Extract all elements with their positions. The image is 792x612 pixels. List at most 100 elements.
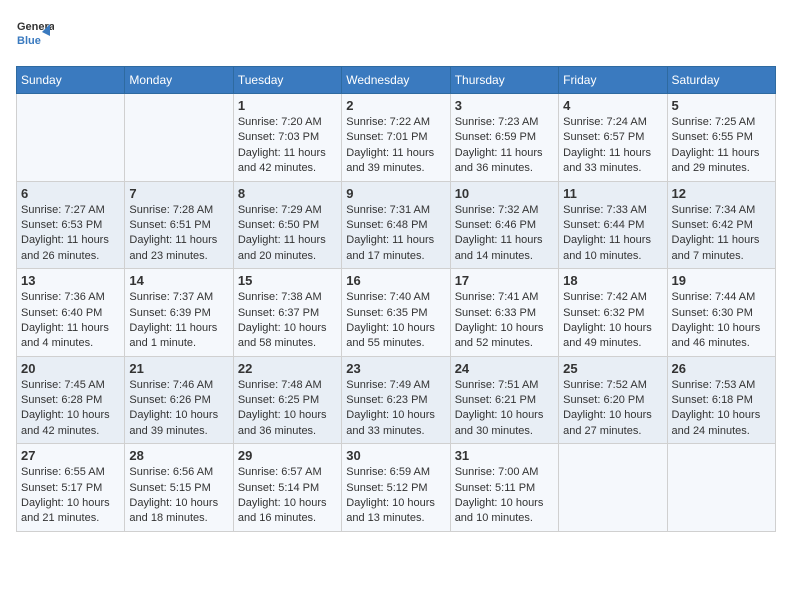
day-info: Sunrise: 7:20 AMSunset: 7:03 PMDaylight:… xyxy=(238,115,337,177)
calendar-cell: 14 Sunrise: 7:37 AMSunset: 6:39 PMDayligh… xyxy=(125,269,233,357)
day-info: Sunrise: 7:24 AMSunset: 6:57 PMDaylight:… xyxy=(563,115,662,177)
day-number: 3 xyxy=(455,98,554,113)
day-header-tuesday: Tuesday xyxy=(233,67,341,94)
day-number: 1 xyxy=(238,98,337,113)
day-number: 17 xyxy=(455,273,554,288)
calendar-cell: 12 Sunrise: 7:34 AMSunset: 6:42 PMDayligh… xyxy=(667,181,775,269)
day-number: 27 xyxy=(21,448,120,463)
calendar-cell xyxy=(667,444,775,532)
calendar-cell: 30Sunrise: 6:59 AMSunset: 5:12 PMDayligh… xyxy=(342,444,450,532)
day-info: Sunrise: 7:46 AMSunset: 6:26 PMDaylight:… xyxy=(129,378,228,440)
calendar-cell xyxy=(17,94,125,182)
day-header-saturday: Saturday xyxy=(667,67,775,94)
calendar-table: SundayMondayTuesdayWednesdayThursdayFrid… xyxy=(16,66,776,532)
calendar-cell xyxy=(559,444,667,532)
day-info: Sunrise: 7:45 AMSunset: 6:28 PMDaylight:… xyxy=(21,378,120,440)
day-info: Sunrise: 7:36 AMSunset: 6:40 PMDaylight:… xyxy=(21,290,120,352)
day-header-wednesday: Wednesday xyxy=(342,67,450,94)
calendar-cell: 15Sunrise: 7:38 AMSunset: 6:37 PMDayligh… xyxy=(233,269,341,357)
day-number: 7 xyxy=(129,186,228,201)
calendar-cell: 3 Sunrise: 7:23 AMSunset: 6:59 PMDaylight… xyxy=(450,94,558,182)
calendar-cell: 4 Sunrise: 7:24 AMSunset: 6:57 PMDaylight… xyxy=(559,94,667,182)
day-info: Sunrise: 7:00 AMSunset: 5:11 PMDaylight:… xyxy=(455,465,554,527)
calendar-cell: 2Sunrise: 7:22 AMSunset: 7:01 PMDaylight… xyxy=(342,94,450,182)
day-header-sunday: Sunday xyxy=(17,67,125,94)
day-number: 21 xyxy=(129,361,228,376)
day-info: Sunrise: 6:59 AMSunset: 5:12 PMDaylight:… xyxy=(346,465,445,527)
calendar-cell: 29 Sunrise: 6:57 AMSunset: 5:14 PMDayligh… xyxy=(233,444,341,532)
calendar-cell: 6 Sunrise: 7:27 AMSunset: 6:53 PMDaylight… xyxy=(17,181,125,269)
day-number: 14 xyxy=(129,273,228,288)
day-number: 25 xyxy=(563,361,662,376)
calendar-cell: 10Sunrise: 7:32 AMSunset: 6:46 PMDayligh… xyxy=(450,181,558,269)
calendar-cell: 9 Sunrise: 7:31 AMSunset: 6:48 PMDaylight… xyxy=(342,181,450,269)
calendar-cell: 25 Sunrise: 7:52 AMSunset: 6:20 PMDayligh… xyxy=(559,356,667,444)
day-number: 5 xyxy=(672,98,771,113)
day-info: Sunrise: 7:22 AMSunset: 7:01 PMDaylight:… xyxy=(346,115,445,177)
day-number: 31 xyxy=(455,448,554,463)
day-info: Sunrise: 7:51 AMSunset: 6:21 PMDaylight:… xyxy=(455,378,554,440)
page-header: General Blue xyxy=(16,16,776,54)
calendar-week-row: 13 Sunrise: 7:36 AMSunset: 6:40 PMDayligh… xyxy=(17,269,776,357)
calendar-cell: 23Sunrise: 7:49 AMSunset: 6:23 PMDayligh… xyxy=(342,356,450,444)
day-number: 22 xyxy=(238,361,337,376)
day-number: 15 xyxy=(238,273,337,288)
day-info: Sunrise: 7:34 AMSunset: 6:42 PMDaylight:… xyxy=(672,203,771,265)
day-number: 23 xyxy=(346,361,445,376)
day-info: Sunrise: 7:40 AMSunset: 6:35 PMDaylight:… xyxy=(346,290,445,352)
day-number: 13 xyxy=(21,273,120,288)
day-info: Sunrise: 6:55 AMSunset: 5:17 PMDaylight:… xyxy=(21,465,120,527)
calendar-cell: 31 Sunrise: 7:00 AMSunset: 5:11 PMDayligh… xyxy=(450,444,558,532)
calendar-cell: 11Sunrise: 7:33 AMSunset: 6:44 PMDayligh… xyxy=(559,181,667,269)
calendar-week-row: 20 Sunrise: 7:45 AMSunset: 6:28 PMDayligh… xyxy=(17,356,776,444)
calendar-cell: 24Sunrise: 7:51 AMSunset: 6:21 PMDayligh… xyxy=(450,356,558,444)
day-info: Sunrise: 7:41 AMSunset: 6:33 PMDaylight:… xyxy=(455,290,554,352)
day-number: 28 xyxy=(129,448,228,463)
calendar-cell: 13 Sunrise: 7:36 AMSunset: 6:40 PMDayligh… xyxy=(17,269,125,357)
calendar-cell: 28 Sunrise: 6:56 AMSunset: 5:15 PMDayligh… xyxy=(125,444,233,532)
day-header-thursday: Thursday xyxy=(450,67,558,94)
calendar-week-row: 6 Sunrise: 7:27 AMSunset: 6:53 PMDaylight… xyxy=(17,181,776,269)
logo: General Blue xyxy=(16,16,54,54)
day-number: 18 xyxy=(563,273,662,288)
day-info: Sunrise: 6:56 AMSunset: 5:15 PMDaylight:… xyxy=(129,465,228,527)
day-info: Sunrise: 7:33 AMSunset: 6:44 PMDaylight:… xyxy=(563,203,662,265)
calendar-cell: 27 Sunrise: 6:55 AMSunset: 5:17 PMDayligh… xyxy=(17,444,125,532)
day-number: 9 xyxy=(346,186,445,201)
day-info: Sunrise: 7:52 AMSunset: 6:20 PMDaylight:… xyxy=(563,378,662,440)
calendar-cell: 16 Sunrise: 7:40 AMSunset: 6:35 PMDayligh… xyxy=(342,269,450,357)
day-number: 16 xyxy=(346,273,445,288)
day-info: Sunrise: 7:37 AMSunset: 6:39 PMDaylight:… xyxy=(129,290,228,352)
day-number: 4 xyxy=(563,98,662,113)
calendar-cell: 1 Sunrise: 7:20 AMSunset: 7:03 PMDaylight… xyxy=(233,94,341,182)
day-info: Sunrise: 7:23 AMSunset: 6:59 PMDaylight:… xyxy=(455,115,554,177)
calendar-cell: 20 Sunrise: 7:45 AMSunset: 6:28 PMDayligh… xyxy=(17,356,125,444)
calendar-header-row: SundayMondayTuesdayWednesdayThursdayFrid… xyxy=(17,67,776,94)
calendar-cell: 17 Sunrise: 7:41 AMSunset: 6:33 PMDayligh… xyxy=(450,269,558,357)
calendar-cell: 22 Sunrise: 7:48 AMSunset: 6:25 PMDayligh… xyxy=(233,356,341,444)
day-number: 20 xyxy=(21,361,120,376)
day-info: Sunrise: 7:27 AMSunset: 6:53 PMDaylight:… xyxy=(21,203,120,265)
svg-text:Blue: Blue xyxy=(17,35,41,47)
day-info: Sunrise: 7:31 AMSunset: 6:48 PMDaylight:… xyxy=(346,203,445,265)
calendar-cell: 8 Sunrise: 7:29 AMSunset: 6:50 PMDaylight… xyxy=(233,181,341,269)
day-info: Sunrise: 6:57 AMSunset: 5:14 PMDaylight:… xyxy=(238,465,337,527)
day-number: 8 xyxy=(238,186,337,201)
day-info: Sunrise: 7:29 AMSunset: 6:50 PMDaylight:… xyxy=(238,203,337,265)
day-number: 12 xyxy=(672,186,771,201)
day-number: 29 xyxy=(238,448,337,463)
calendar-cell: 5Sunrise: 7:25 AMSunset: 6:55 PMDaylight… xyxy=(667,94,775,182)
day-info: Sunrise: 7:48 AMSunset: 6:25 PMDaylight:… xyxy=(238,378,337,440)
calendar-cell: 19 Sunrise: 7:44 AMSunset: 6:30 PMDayligh… xyxy=(667,269,775,357)
logo-svg: General Blue xyxy=(16,16,54,54)
day-number: 19 xyxy=(672,273,771,288)
calendar-week-row: 27 Sunrise: 6:55 AMSunset: 5:17 PMDayligh… xyxy=(17,444,776,532)
day-info: Sunrise: 7:44 AMSunset: 6:30 PMDaylight:… xyxy=(672,290,771,352)
day-number: 6 xyxy=(21,186,120,201)
day-info: Sunrise: 7:42 AMSunset: 6:32 PMDaylight:… xyxy=(563,290,662,352)
day-info: Sunrise: 7:32 AMSunset: 6:46 PMDaylight:… xyxy=(455,203,554,265)
day-header-monday: Monday xyxy=(125,67,233,94)
day-header-friday: Friday xyxy=(559,67,667,94)
day-info: Sunrise: 7:28 AMSunset: 6:51 PMDaylight:… xyxy=(129,203,228,265)
calendar-cell: 26Sunrise: 7:53 AMSunset: 6:18 PMDayligh… xyxy=(667,356,775,444)
